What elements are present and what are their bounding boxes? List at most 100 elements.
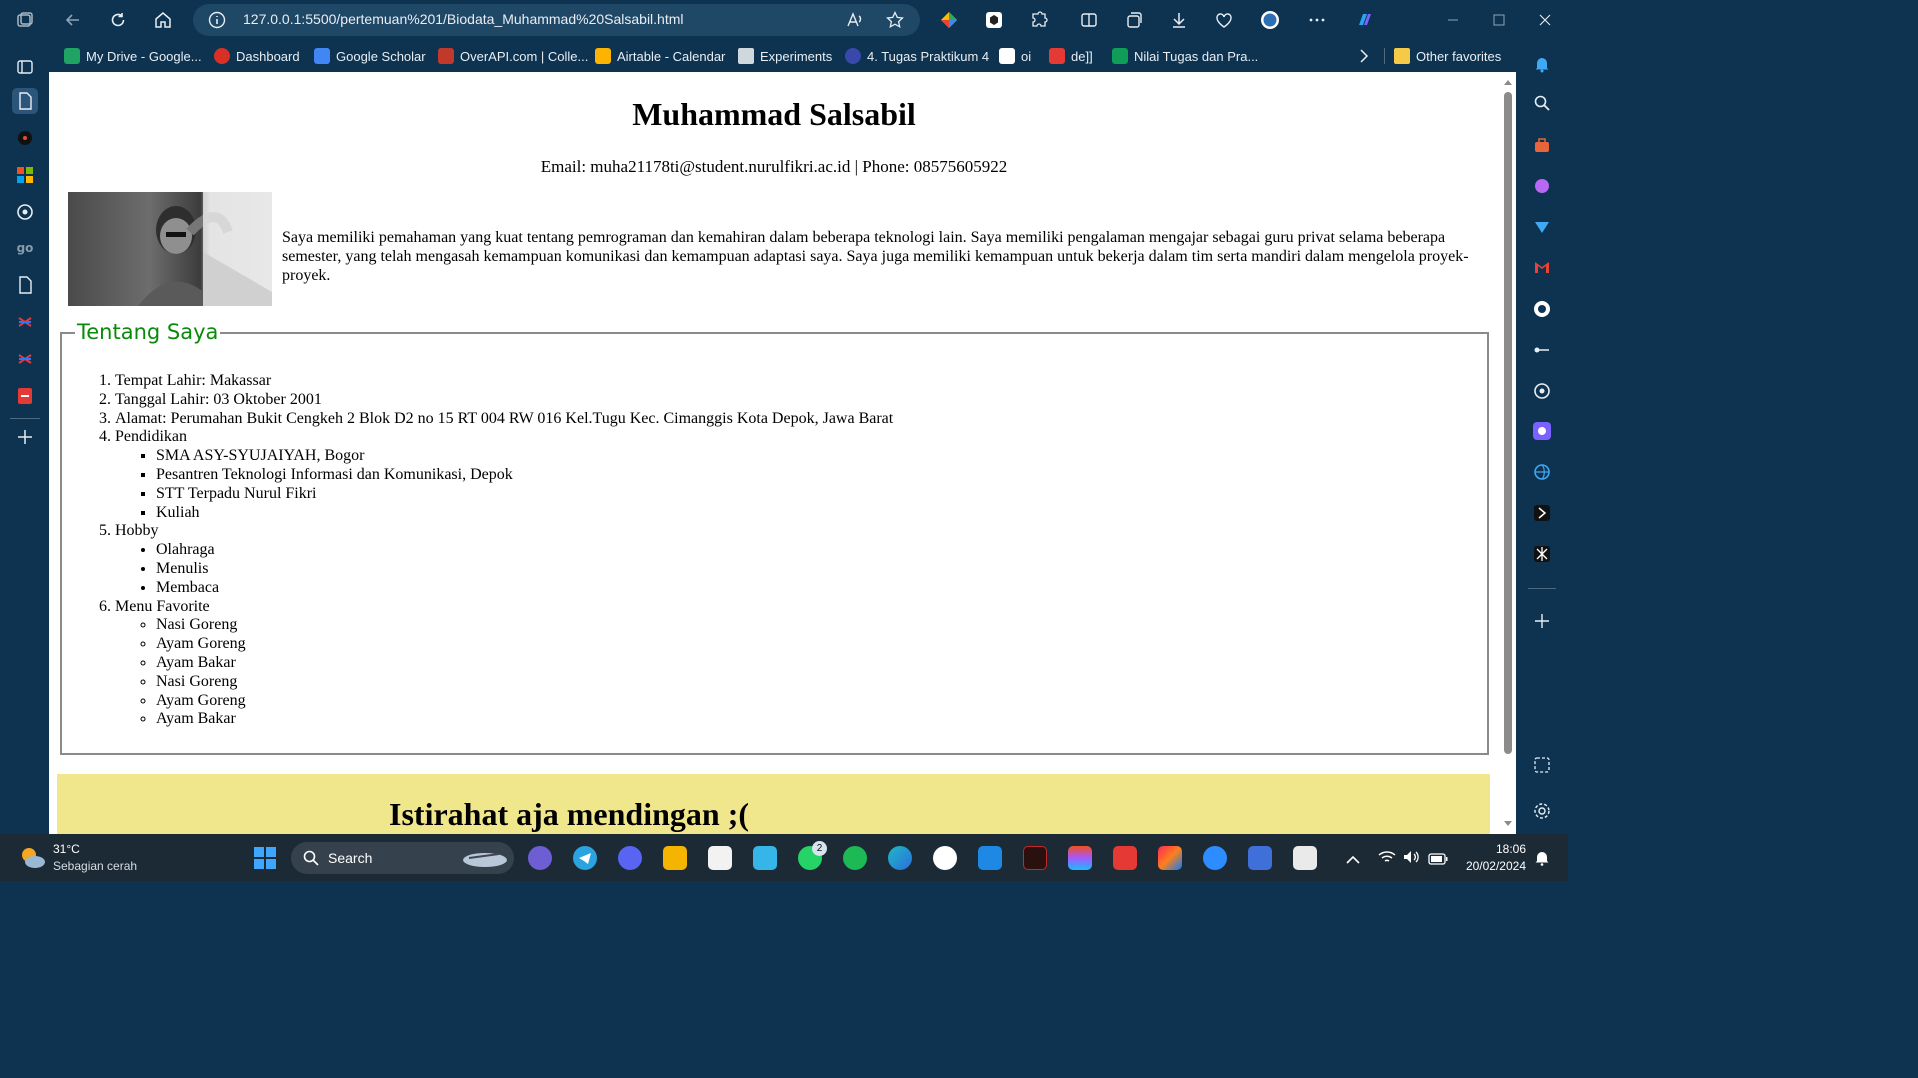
file-explorer-icon[interactable] xyxy=(663,846,687,870)
page-title: Muhammad Salsabil xyxy=(632,96,916,132)
wifi-icon[interactable] xyxy=(1378,849,1396,868)
notepad-file-icon[interactable] xyxy=(708,846,732,870)
sidebar-key-icon[interactable] xyxy=(1530,338,1554,362)
sidebar-drop-icon[interactable] xyxy=(1530,215,1554,239)
page-scrollbar[interactable] xyxy=(1503,78,1513,828)
bookmark-experiments[interactable]: Experiments xyxy=(738,46,832,66)
taskbar-search-box[interactable]: Search xyxy=(291,842,514,874)
address-bar[interactable]: 127.0.0.1:5500/pertemuan%201/Biodata_Muh… xyxy=(193,4,920,36)
spotify-icon[interactable] xyxy=(843,846,867,870)
app-v-icon[interactable] xyxy=(1023,846,1047,870)
sidebar-search-icon[interactable] xyxy=(1530,91,1554,115)
figma-icon[interactable] xyxy=(1068,846,1092,870)
show-hidden-icons-chevron-icon[interactable] xyxy=(1346,850,1360,869)
notification-center-bell-icon[interactable] xyxy=(1535,850,1549,870)
bookmark-dashboard[interactable]: Dashboard xyxy=(214,46,300,66)
more-menu-icon[interactable] xyxy=(1305,8,1329,32)
clock-date[interactable]: 20/02/2024 xyxy=(1452,859,1526,873)
url-text[interactable]: 127.0.0.1:5500/pertemuan%201/Biodata_Muh… xyxy=(243,11,684,27)
telegram-icon[interactable] xyxy=(573,846,597,870)
copilot-icon[interactable] xyxy=(1353,8,1377,32)
list-item: Hobby Olahraga Menulis Membaca xyxy=(115,522,893,597)
meet-icon[interactable] xyxy=(528,846,552,870)
info-icon[interactable] xyxy=(205,8,229,32)
sidebar-screenshot-icon[interactable] xyxy=(1530,753,1554,777)
battery-icon[interactable] xyxy=(1428,850,1448,869)
bookmark-my-drive[interactable]: My Drive - Google... xyxy=(64,46,202,66)
extension-box-icon[interactable] xyxy=(982,8,1006,32)
sidebar-github-icon[interactable] xyxy=(1530,297,1554,321)
scroll-down-arrow-icon[interactable] xyxy=(1503,820,1513,828)
weather-icon[interactable] xyxy=(18,844,46,870)
sidebar-chatgpt-icon[interactable] xyxy=(1530,379,1554,403)
sidebar-gmail-icon[interactable] xyxy=(1530,255,1554,279)
maximize-icon[interactable] xyxy=(1487,8,1511,32)
bookmark-label: My Drive - Google... xyxy=(86,48,202,64)
back-icon[interactable] xyxy=(61,8,85,32)
extension-color-icon[interactable] xyxy=(937,8,961,32)
notification-bell-icon[interactable] xyxy=(1530,52,1554,76)
banner-heading: Istirahat aja mendingan ;( xyxy=(389,796,750,832)
sidebar-app-icon[interactable] xyxy=(1530,419,1554,443)
minimize-icon[interactable] xyxy=(1441,8,1465,32)
tab-page-icon[interactable] xyxy=(12,272,38,298)
tab-visual-studio-icon-2[interactable] xyxy=(12,346,38,372)
other-favorites[interactable]: Other favorites xyxy=(1394,46,1501,66)
bookmarks-overflow-chevron-icon[interactable] xyxy=(1358,46,1370,66)
tab-visual-studio-icon[interactable] xyxy=(12,309,38,335)
edge-icon[interactable] xyxy=(888,846,912,870)
sidebar-ext-icon[interactable] xyxy=(1530,542,1554,566)
bookmark-overapi[interactable]: OverAPI.com | Colle... xyxy=(438,46,588,66)
extensions-puzzle-icon[interactable] xyxy=(1027,8,1051,32)
bookmark-airtable[interactable]: Airtable - Calendar xyxy=(595,46,725,66)
weather-temp[interactable]: 31°C xyxy=(53,842,80,856)
bookmark-de[interactable]: de]] xyxy=(1049,46,1093,66)
autocad-icon[interactable] xyxy=(1113,846,1137,870)
scroll-up-arrow-icon[interactable] xyxy=(1503,78,1513,86)
bookmark-oi[interactable]: oi xyxy=(999,46,1031,66)
read-aloud-icon[interactable] xyxy=(843,8,867,32)
tab-microsoft-icon[interactable] xyxy=(12,162,38,188)
zoom-icon[interactable] xyxy=(1203,846,1227,870)
app-a-icon[interactable] xyxy=(933,846,957,870)
split-screen-icon[interactable] xyxy=(1077,8,1101,32)
tab-pdf-icon[interactable] xyxy=(12,383,38,409)
sidebar-add-icon[interactable] xyxy=(1530,609,1554,633)
weather-description[interactable]: Sebagian cerah xyxy=(53,859,137,873)
tab-active-page-icon[interactable] xyxy=(12,88,38,114)
snipping-tool-icon[interactable] xyxy=(1293,846,1317,870)
downloads-icon[interactable] xyxy=(1167,8,1191,32)
refresh-icon[interactable] xyxy=(106,8,130,32)
vscode-icon[interactable] xyxy=(978,846,1002,870)
workspaces-icon[interactable] xyxy=(13,8,37,32)
tab-react-icon[interactable] xyxy=(12,125,38,151)
discord-icon[interactable] xyxy=(618,846,642,870)
windows-start-icon[interactable] xyxy=(253,846,277,870)
sidebar-games-icon[interactable] xyxy=(1530,174,1554,198)
close-icon[interactable] xyxy=(1533,8,1557,32)
bookmark-nilai-tugas[interactable]: Nilai Tugas dan Pra... xyxy=(1112,46,1258,66)
profile-avatar-icon[interactable] xyxy=(1258,8,1282,32)
volume-icon[interactable] xyxy=(1403,849,1421,868)
tab-actions-icon[interactable] xyxy=(12,54,38,80)
notepad-icon[interactable] xyxy=(753,846,777,870)
sidebar-globe-icon[interactable] xyxy=(1530,460,1554,484)
bookmark-tugas-praktikum[interactable]: 4. Tugas Praktikum 4 xyxy=(845,46,989,66)
new-tab-plus-icon[interactable] xyxy=(12,424,38,450)
home-icon[interactable] xyxy=(151,8,175,32)
collections-icon[interactable] xyxy=(1122,8,1146,32)
tab-openai-icon[interactable] xyxy=(12,199,38,225)
browser-essentials-icon[interactable] xyxy=(1212,8,1236,32)
scrollbar-thumb[interactable] xyxy=(1504,92,1512,754)
clock-time[interactable]: 18:06 xyxy=(1462,842,1526,856)
list-item: Nasi Goreng xyxy=(156,616,893,635)
sidebar-dark-app-icon[interactable] xyxy=(1530,501,1554,525)
other-favorites-label: Other favorites xyxy=(1416,48,1502,64)
sidebar-tools-icon[interactable] xyxy=(1530,133,1554,157)
virtualbox-icon[interactable] xyxy=(1248,846,1272,870)
sidebar-settings-gear-icon[interactable] xyxy=(1530,799,1554,823)
intellij-icon[interactable] xyxy=(1158,846,1182,870)
bookmark-google-scholar[interactable]: Google Scholar xyxy=(314,46,426,66)
tab-go-icon[interactable]: go xyxy=(12,235,38,261)
favorite-star-icon[interactable] xyxy=(883,8,907,32)
